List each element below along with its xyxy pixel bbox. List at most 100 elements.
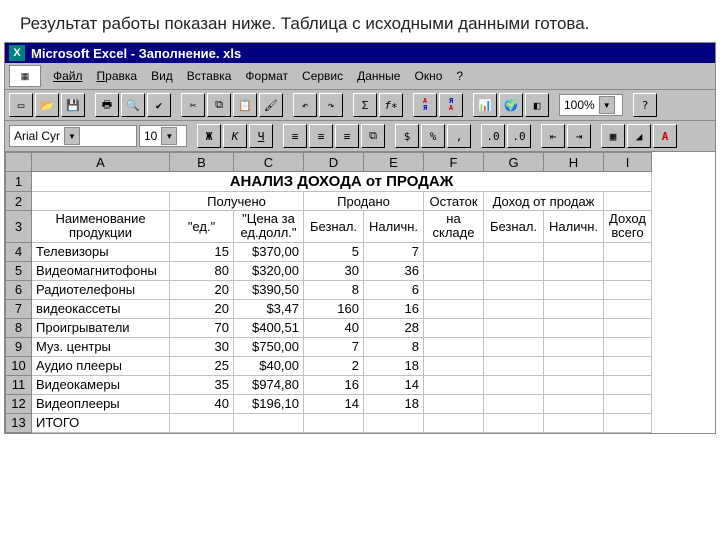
row-header[interactable]: 8 bbox=[6, 318, 32, 337]
cell[interactable]: $390,50 bbox=[234, 280, 304, 299]
col-A[interactable]: A bbox=[32, 153, 170, 172]
cell[interactable]: Проигрыватели bbox=[32, 318, 170, 337]
hdr-income[interactable]: Доход от продаж bbox=[484, 192, 604, 211]
indent-left-icon[interactable]: ⇤ bbox=[541, 124, 565, 148]
sort-desc-icon[interactable]: ЯА bbox=[439, 93, 463, 117]
open-icon[interactable]: 📂 bbox=[35, 93, 59, 117]
cell[interactable]: $196,10 bbox=[234, 394, 304, 413]
col-B[interactable]: B bbox=[170, 153, 234, 172]
menu-file[interactable]: Файл bbox=[47, 67, 89, 85]
menu-help[interactable]: ? bbox=[450, 67, 469, 85]
row-header[interactable]: 6 bbox=[6, 280, 32, 299]
sub-name[interactable]: Наименование продукции bbox=[32, 211, 170, 243]
sort-asc-icon[interactable]: АЯ bbox=[413, 93, 437, 117]
align-center-icon[interactable]: ≡ bbox=[309, 124, 333, 148]
format-painter-icon[interactable]: 🖌 bbox=[259, 93, 283, 117]
total-label[interactable]: ИТОГО bbox=[32, 413, 170, 432]
menu-edit[interactable]: Правка bbox=[91, 67, 144, 85]
row-header[interactable]: 9 bbox=[6, 337, 32, 356]
cell[interactable]: $3,47 bbox=[234, 299, 304, 318]
row-header[interactable]: 11 bbox=[6, 375, 32, 394]
col-E[interactable]: E bbox=[364, 153, 424, 172]
decrease-decimal-icon[interactable]: .0 bbox=[507, 124, 531, 148]
col-C[interactable]: C bbox=[234, 153, 304, 172]
new-icon[interactable]: ▭ bbox=[9, 93, 33, 117]
cell[interactable]: $320,00 bbox=[234, 261, 304, 280]
italic-button[interactable]: К bbox=[223, 124, 247, 148]
cell[interactable]: 35 bbox=[170, 375, 234, 394]
cell[interactable]: 15 bbox=[170, 242, 234, 261]
autosum-icon[interactable]: Σ bbox=[353, 93, 377, 117]
row-header[interactable]: 13 bbox=[6, 413, 32, 432]
cell[interactable]: 5 bbox=[304, 242, 364, 261]
align-left-icon[interactable]: ≡ bbox=[283, 124, 307, 148]
cell[interactable]: 20 bbox=[170, 280, 234, 299]
menu-window[interactable]: Окно bbox=[408, 67, 448, 85]
col-G[interactable]: G bbox=[484, 153, 544, 172]
col-F[interactable]: F bbox=[424, 153, 484, 172]
cell[interactable]: Аудио плееры bbox=[32, 356, 170, 375]
hdr-stock[interactable]: Остаток bbox=[424, 192, 484, 211]
cut-icon[interactable]: ✂ bbox=[181, 93, 205, 117]
cell[interactable]: $974,80 bbox=[234, 375, 304, 394]
chart-icon[interactable]: 📊 bbox=[473, 93, 497, 117]
sub-bn2[interactable]: Безнал. bbox=[484, 211, 544, 243]
preview-icon[interactable]: 🔍 bbox=[121, 93, 145, 117]
menu-view[interactable]: Вид bbox=[145, 67, 179, 85]
cell[interactable]: 16 bbox=[304, 375, 364, 394]
chevron-down-icon[interactable]: ▼ bbox=[64, 127, 80, 145]
cell[interactable]: 28 bbox=[364, 318, 424, 337]
underline-button[interactable]: Ч bbox=[249, 124, 273, 148]
cell[interactable]: 8 bbox=[364, 337, 424, 356]
cell[interactable]: 14 bbox=[364, 375, 424, 394]
increase-decimal-icon[interactable]: .0 bbox=[481, 124, 505, 148]
drawing-icon[interactable]: ◧ bbox=[525, 93, 549, 117]
borders-icon[interactable]: ▦ bbox=[601, 124, 625, 148]
cell[interactable]: 20 bbox=[170, 299, 234, 318]
cell[interactable]: Видеокамеры bbox=[32, 375, 170, 394]
sub-ca2[interactable]: Наличн. bbox=[544, 211, 604, 243]
fill-color-icon[interactable]: ◢ bbox=[627, 124, 651, 148]
zoom-combo[interactable]: 100%▼ bbox=[559, 94, 623, 116]
cell[interactable]: 18 bbox=[364, 394, 424, 413]
select-all[interactable] bbox=[6, 153, 32, 172]
cell[interactable]: 25 bbox=[170, 356, 234, 375]
function-icon[interactable]: f∗ bbox=[379, 93, 403, 117]
bold-button[interactable]: Ж bbox=[197, 124, 221, 148]
menu-tools[interactable]: Сервис bbox=[296, 67, 349, 85]
undo-icon[interactable]: ↶ bbox=[293, 93, 317, 117]
paste-icon[interactable]: 📋 bbox=[233, 93, 257, 117]
copy-icon[interactable]: ⧉ bbox=[207, 93, 231, 117]
indent-right-icon[interactable]: ⇥ bbox=[567, 124, 591, 148]
cell[interactable]: 30 bbox=[170, 337, 234, 356]
cell[interactable]: 14 bbox=[304, 394, 364, 413]
fontsize-combo[interactable]: 10▼ bbox=[139, 125, 187, 147]
font-combo[interactable]: Arial Cyr▼ bbox=[9, 125, 137, 147]
col-H[interactable]: H bbox=[544, 153, 604, 172]
doc-icon[interactable]: ▦ bbox=[9, 65, 41, 87]
cell[interactable]: $40,00 bbox=[234, 356, 304, 375]
cell[interactable]: Видеоплееры bbox=[32, 394, 170, 413]
cell[interactable]: 160 bbox=[304, 299, 364, 318]
cell[interactable]: 40 bbox=[304, 318, 364, 337]
row-header[interactable]: 5 bbox=[6, 261, 32, 280]
cell[interactable]: 36 bbox=[364, 261, 424, 280]
row-header[interactable]: 3 bbox=[6, 211, 32, 243]
menu-data[interactable]: Данные bbox=[351, 67, 406, 85]
cell[interactable]: $750,00 bbox=[234, 337, 304, 356]
sub-stock[interactable]: на складе bbox=[424, 211, 484, 243]
cell[interactable]: 7 bbox=[364, 242, 424, 261]
redo-icon[interactable]: ↷ bbox=[319, 93, 343, 117]
sub-total[interactable]: Доход всего bbox=[604, 211, 652, 243]
cell[interactable]: $370,00 bbox=[234, 242, 304, 261]
row-header[interactable]: 2 bbox=[6, 192, 32, 211]
spellcheck-icon[interactable]: ✔ bbox=[147, 93, 171, 117]
cell[interactable]: Муз. центры bbox=[32, 337, 170, 356]
sub-qty[interactable]: "ед." bbox=[170, 211, 234, 243]
percent-icon[interactable]: % bbox=[421, 124, 445, 148]
help-icon[interactable]: ? bbox=[633, 93, 657, 117]
sub-bn[interactable]: Безнал. bbox=[304, 211, 364, 243]
merge-icon[interactable]: ⧉ bbox=[361, 124, 385, 148]
cell[interactable]: 7 bbox=[304, 337, 364, 356]
worksheet[interactable]: A B C D E F G H I 1 АНАЛИЗ ДОХОДА от ПРО… bbox=[5, 152, 715, 433]
